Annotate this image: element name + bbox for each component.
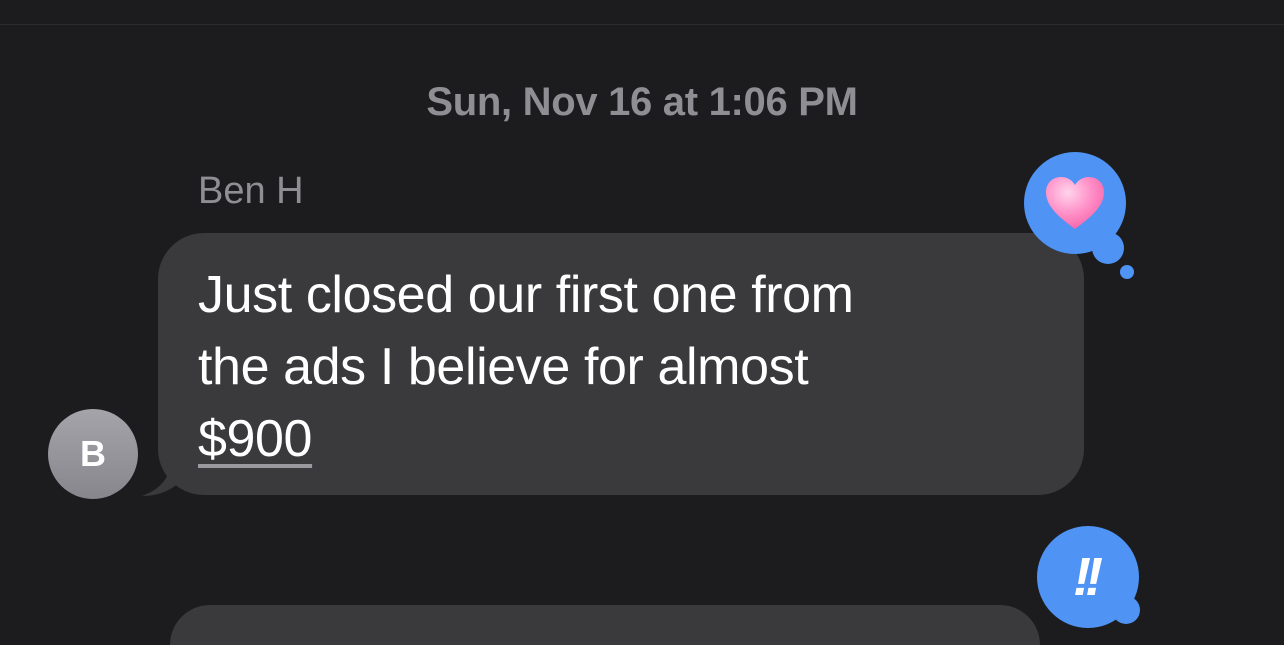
tapback-bubble-dot-small: [1120, 265, 1134, 279]
message-line-1: Just closed our first one from: [198, 266, 854, 324]
heart-icon: [1046, 177, 1104, 229]
tapback-bubble-dot: [1112, 596, 1140, 624]
sender-name: Ben H: [198, 170, 304, 212]
message-line-2: the ads I believe for almost: [198, 338, 809, 396]
message-text: Just closed our first one from the ads I…: [198, 259, 1068, 475]
next-message-bubble[interactable]: [170, 605, 1040, 645]
avatar-initial: B: [80, 433, 106, 474]
tapback-bubble-dot: [1092, 232, 1124, 264]
top-bar: [0, 0, 1284, 25]
message-bubble[interactable]: Just closed our first one from the ads I…: [158, 233, 1084, 495]
amount-link[interactable]: $900: [198, 410, 312, 468]
double-exclamation-icon: !!: [1073, 547, 1103, 607]
message-timestamp: Sun, Nov 16 at 1:06 PM: [426, 80, 858, 124]
avatar[interactable]: B: [48, 409, 138, 499]
